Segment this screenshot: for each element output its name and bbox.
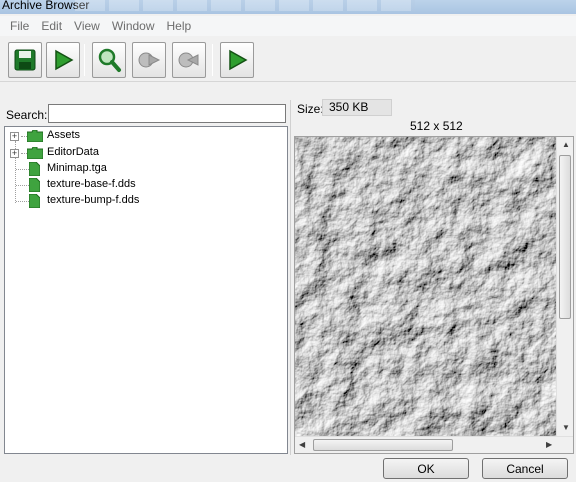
toolbar-separator — [212, 44, 213, 76]
tree-item-label: EditorData — [47, 146, 99, 158]
scroll-up-icon[interactable]: ▲ — [562, 140, 570, 149]
texture-preview-image — [295, 137, 557, 437]
archive-tree[interactable]: + Assets + EditorData Minimap.tga textur… — [4, 126, 288, 454]
search-button[interactable] — [92, 42, 126, 78]
tree-connector — [16, 185, 29, 186]
magnifier-icon — [98, 48, 121, 72]
play-arrow-icon — [229, 49, 248, 71]
file-icon — [29, 194, 40, 208]
vertical-scrollbar[interactable]: ▲ ▼ — [556, 137, 573, 437]
menu-window[interactable]: Window — [106, 19, 161, 33]
export-icon — [138, 52, 161, 68]
menu-edit[interactable]: Edit — [35, 19, 68, 33]
tree-item-label: texture-base-f.dds — [47, 178, 136, 190]
import-icon — [178, 52, 199, 68]
file-icon — [29, 178, 40, 192]
tree-connector — [16, 201, 29, 202]
cancel-button[interactable]: Cancel — [482, 458, 568, 479]
play-arrow-icon — [55, 49, 74, 71]
play-button[interactable] — [46, 42, 80, 78]
toolbar-separator — [84, 44, 85, 76]
run-button[interactable] — [220, 42, 254, 78]
file-icon — [29, 162, 40, 176]
tree-connector — [16, 169, 29, 170]
texture-preview: ▲ ▼ ◀ ▶ — [294, 136, 574, 454]
pane-splitter[interactable] — [290, 100, 291, 455]
search-input[interactable] — [48, 104, 286, 123]
tree-item-label: Assets — [47, 129, 81, 141]
scroll-left-icon[interactable]: ◀ — [299, 440, 305, 449]
horizontal-scroll-thumb[interactable] — [313, 439, 453, 451]
folder-icon — [27, 147, 43, 159]
menu-bar: File Edit View Window Help — [0, 16, 576, 36]
expand-icon[interactable]: + — [10, 149, 19, 158]
title-bar: Archive Browser — [0, 0, 576, 14]
title-bar-background — [75, 0, 415, 11]
tree-item-label: texture-bump-f.dds — [47, 194, 140, 206]
size-value: 350 KB — [322, 99, 392, 116]
menu-file[interactable]: File — [4, 19, 35, 33]
search-label: Search: — [6, 108, 48, 122]
scroll-down-icon[interactable]: ▼ — [562, 423, 570, 432]
tree-item-label: Minimap.tga — [47, 162, 107, 174]
image-dimensions: 512 x 512 — [410, 119, 463, 133]
vertical-scroll-thumb[interactable] — [559, 155, 571, 319]
save-button[interactable] — [8, 42, 42, 78]
export-button[interactable] — [132, 42, 166, 78]
import-button[interactable] — [172, 42, 206, 78]
folder-icon — [27, 130, 43, 142]
size-label: Size: — [297, 102, 324, 116]
horizontal-scrollbar[interactable]: ◀ ▶ — [295, 436, 573, 453]
toolbar — [0, 38, 576, 82]
floppy-disk-icon — [14, 49, 36, 71]
scroll-right-icon[interactable]: ▶ — [546, 440, 552, 449]
menu-help[interactable]: Help — [161, 19, 198, 33]
ok-button[interactable]: OK — [383, 458, 469, 479]
menu-view[interactable]: View — [68, 19, 106, 33]
expand-icon[interactable]: + — [10, 132, 19, 141]
